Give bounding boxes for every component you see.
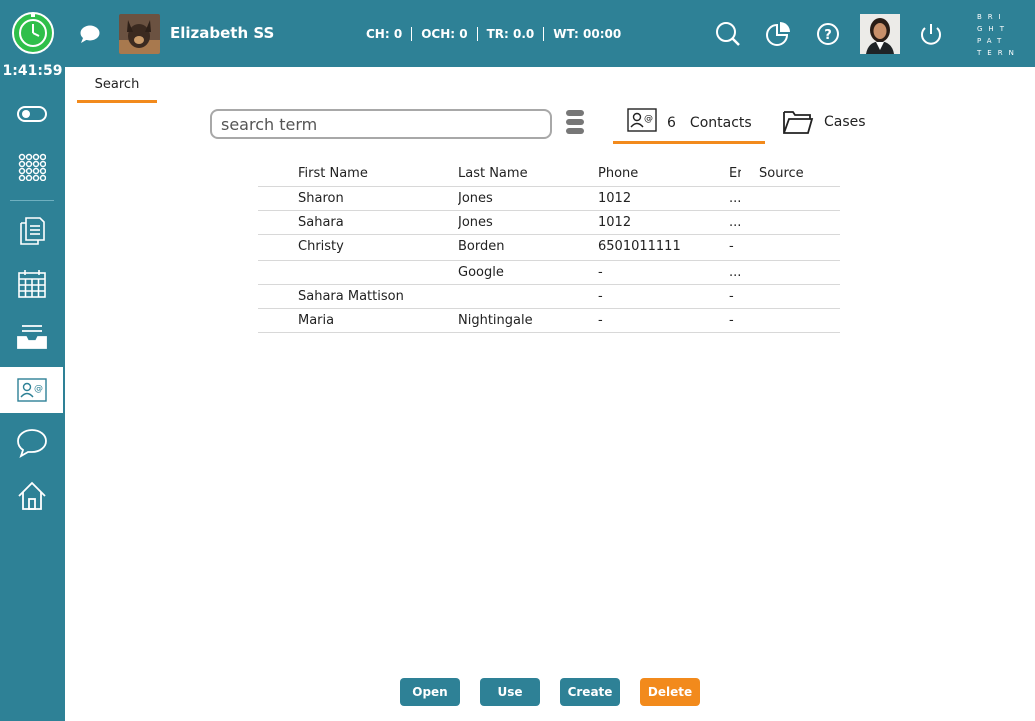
sidebar-item-chat[interactable] <box>0 420 63 466</box>
stat-ch: CH: 0 <box>366 27 403 41</box>
cell-phone: - <box>598 289 603 304</box>
home-icon <box>17 481 46 510</box>
session-timer: 1:41:59 <box>2 63 63 79</box>
cell-last-name: Jones <box>458 191 493 206</box>
use-button[interactable]: Use <box>480 678 540 706</box>
column-header-last-name[interactable]: Last Name <box>458 166 593 181</box>
cell-phone: 1012 <box>598 191 632 206</box>
cell-phone: - <box>598 265 603 280</box>
cell-phone: 6501011111 <box>598 239 681 254</box>
folder-icon <box>783 111 814 134</box>
stat-wt: WT: 00:00 <box>543 27 630 41</box>
table-row[interactable]: Christy Borden 6501011111 - <box>258 235 840 261</box>
tab-search[interactable]: Search <box>77 74 157 103</box>
contacts-label: Contacts <box>689 114 752 131</box>
toggle-icon <box>16 106 47 122</box>
table-header: First Name Last Name Phone Er Source <box>258 162 840 187</box>
sidebar-item-documents[interactable] <box>0 208 63 254</box>
contacts-table: First Name Last Name Phone Er Source Sha… <box>258 162 840 333</box>
cell-phone: - <box>598 313 603 328</box>
cell-email: - <box>729 239 734 254</box>
agent-name: Elizabeth SS <box>170 24 275 42</box>
cell-last-name: Google <box>458 265 504 280</box>
tab-contacts[interactable]: @ 6 Contacts <box>613 104 765 144</box>
brand-logo: BRI GHT PAT TERN <box>977 13 1020 57</box>
contact-card-icon: @ <box>16 378 47 402</box>
table-row[interactable]: Google -... <box>258 261 840 285</box>
delete-button[interactable]: Delete <box>640 678 700 706</box>
tab-cases[interactable]: Cases <box>782 104 866 140</box>
cell-last-name: Nightingale <box>458 313 533 328</box>
table-row[interactable]: Maria Nightingale - - <box>258 309 840 333</box>
cell-email: ... <box>729 191 741 206</box>
pie-chart-icon[interactable] <box>764 20 792 48</box>
user-avatar[interactable] <box>860 14 900 54</box>
column-header-source[interactable]: Source <box>759 166 829 181</box>
sidebar-divider <box>10 200 54 201</box>
agent-avatar <box>119 14 160 54</box>
contact-card-icon: @ <box>627 108 657 132</box>
column-header-phone[interactable]: Phone <box>598 166 723 181</box>
search-input[interactable] <box>210 109 552 139</box>
cell-last-name: Borden <box>458 239 505 254</box>
cell-first-name: Sahara Mattison <box>298 289 404 304</box>
dialpad-icon <box>18 153 46 181</box>
sidebar-item-toggle[interactable] <box>0 91 63 137</box>
power-icon[interactable] <box>917 20 945 48</box>
svg-text:@: @ <box>34 384 43 394</box>
clock-status-icon[interactable] <box>12 12 54 54</box>
sidebar-item-contacts[interactable]: @ <box>0 367 63 413</box>
open-button[interactable]: Open <box>400 678 460 706</box>
menu-icon[interactable] <box>566 110 586 138</box>
documents-icon <box>19 217 45 245</box>
sidebar-item-calendar[interactable] <box>0 261 63 307</box>
contacts-count: 6 <box>667 114 676 131</box>
top-bar: Elizabeth SS CH: 0 OCH: 0 TR: 0.0 WT: 00… <box>0 0 1035 67</box>
cell-last-name: Jones <box>458 215 493 230</box>
cell-email: - <box>729 313 734 328</box>
agent-stats: CH: 0 OCH: 0 TR: 0.0 WT: 00:00 <box>366 27 630 41</box>
inbox-icon <box>16 325 47 349</box>
calendar-icon <box>17 270 46 298</box>
cell-phone: 1012 <box>598 215 632 230</box>
cell-email: ... <box>729 215 741 230</box>
cell-first-name: Maria <box>298 313 335 328</box>
cell-email: - <box>729 289 734 304</box>
sidebar-item-dialpad[interactable] <box>0 144 63 190</box>
sidebar-item-inbox[interactable] <box>0 314 63 360</box>
svg-text:?: ? <box>824 28 832 43</box>
sidebar-item-home[interactable] <box>0 473 63 519</box>
create-button[interactable]: Create <box>560 678 620 706</box>
chat-icon <box>16 429 47 458</box>
column-header-email[interactable]: Er <box>729 166 741 181</box>
table-row[interactable]: Sahara Jones 1012... <box>258 211 840 235</box>
sidebar: 1:41:59 @ <box>0 63 65 721</box>
table-row[interactable]: Sahara Mattison - - <box>258 285 840 309</box>
stat-tr: TR: 0.0 <box>476 27 544 41</box>
svg-text:@: @ <box>644 114 653 124</box>
search-icon[interactable] <box>714 20 742 48</box>
chat-bubble-icon[interactable] <box>79 24 101 48</box>
table-row[interactable]: Sharon Jones 1012... <box>258 187 840 211</box>
cell-first-name: Christy <box>298 239 344 254</box>
cell-first-name: Sahara <box>298 215 344 230</box>
stat-och: OCH: 0 <box>411 27 476 41</box>
cell-first-name: Sharon <box>298 191 344 206</box>
help-icon[interactable]: ? <box>815 20 843 48</box>
column-header-first-name[interactable]: First Name <box>298 166 453 181</box>
cell-email: ... <box>729 265 741 280</box>
cases-label: Cases <box>824 114 866 130</box>
